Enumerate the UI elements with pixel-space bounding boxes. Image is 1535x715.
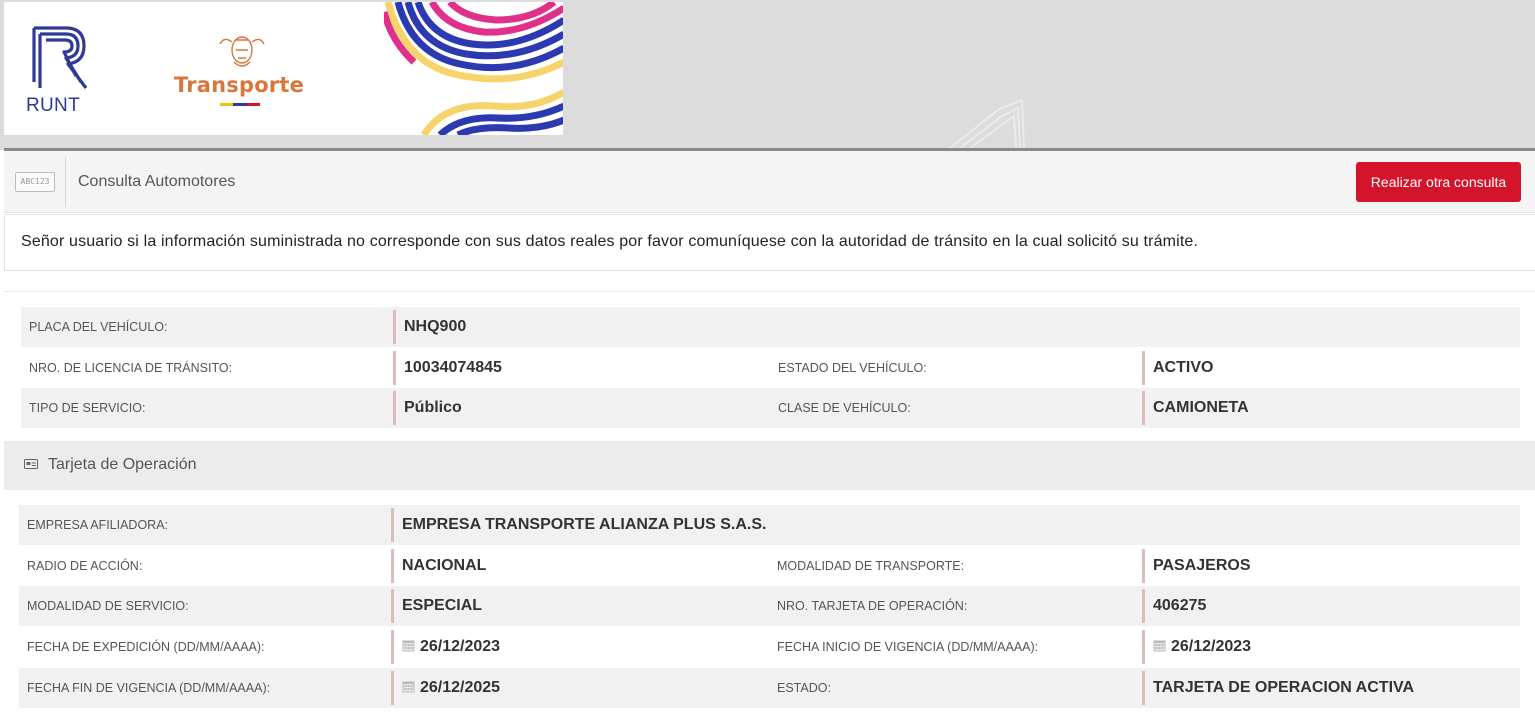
decorative-waves-graphic xyxy=(384,2,563,135)
issue-date-value: 26/12/2023 xyxy=(420,638,501,655)
radius-label: RADIO DE ACCIÓN: xyxy=(27,559,143,573)
vehicle-class-label: CLASE DE VEHÍCULO: xyxy=(778,401,911,415)
vehicle-class-value: CAMIONETA xyxy=(1142,391,1249,425)
end-date-field: 26/12/2025 xyxy=(391,671,500,705)
card-icon xyxy=(24,459,38,469)
transporte-logo-text: Transporte xyxy=(174,73,305,97)
end-date-label: FECHA FIN DE VIGENCIA (DD/MM/AAAA): xyxy=(27,681,271,695)
issue-date-label: FECHA DE EXPEDICIÓN (DD/MM/AAAA): xyxy=(27,640,265,654)
operation-row-radius: RADIO DE ACCIÓN: NACIONAL MODALIDAD DE T… xyxy=(19,546,1520,586)
plate-label: PLACA DEL VEHÍCULO: xyxy=(29,320,168,334)
operation-row-service-mode: MODALIDAD DE SERVICIO: ESPECIAL NRO. TAR… xyxy=(19,586,1520,626)
toolbar-divider xyxy=(65,157,66,207)
section-title: Tarjeta de Operación xyxy=(48,456,197,473)
calendar-icon xyxy=(1153,640,1166,652)
license-label: NRO. DE LICENCIA DE TRÁNSITO: xyxy=(29,361,233,375)
transport-mode-value: PASAJEROS xyxy=(1142,549,1251,583)
status-value: TARJETA DE OPERACION ACTIVA xyxy=(1142,671,1414,705)
brand-banner: RUNT Transporte xyxy=(4,2,563,135)
company-label: EMPRESA AFILIADORA: xyxy=(27,518,169,532)
service-mode-value: ESPECIAL xyxy=(391,589,482,623)
company-value: EMPRESA TRANSPORTE ALIANZA PLUS S.A.S. xyxy=(391,508,766,542)
status-label: ESTADO: xyxy=(777,681,831,695)
page-title: Consulta Automotores xyxy=(78,173,236,190)
start-date-value: 26/12/2023 xyxy=(1171,638,1252,655)
vehicle-row-plate: PLACA DEL VEHÍCULO: NHQ900 xyxy=(21,307,1520,347)
end-date-value: 26/12/2025 xyxy=(420,679,501,696)
notice-text: Señor usuario si la información suminist… xyxy=(21,233,1199,250)
start-date-field: 26/12/2023 xyxy=(1142,630,1251,664)
vehicle-state-label: ESTADO DEL VEHÍCULO: xyxy=(778,361,927,375)
issue-date-field: 26/12/2023 xyxy=(391,630,500,664)
query-toolbar: ABC123 Consulta Automotores Realizar otr… xyxy=(4,151,1535,213)
operation-row-end-status: FECHA FIN DE VIGENCIA (DD/MM/AAAA): 26/1… xyxy=(19,668,1520,708)
runt-logo-text: RUNT xyxy=(26,95,80,116)
plate-value: NHQ900 xyxy=(393,310,466,344)
transport-mode-label: MODALIDAD DE TRANSPORTE: xyxy=(777,559,965,573)
service-mode-label: MODALIDAD DE SERVICIO: xyxy=(27,599,189,613)
operation-card-section-header[interactable]: Tarjeta de Operación xyxy=(4,441,1535,490)
license-value: 10034074845 xyxy=(393,351,502,385)
license-plate-icon: ABC123 xyxy=(15,172,55,192)
calendar-icon xyxy=(402,640,415,652)
new-query-button[interactable]: Realizar otra consulta xyxy=(1356,162,1521,202)
calendar-icon xyxy=(402,681,415,693)
service-type-label: TIPO DE SERVICIO: xyxy=(29,401,146,415)
colombia-flag-stripe xyxy=(220,103,260,106)
site-header: RUNT Transporte xyxy=(0,0,1535,150)
vehicle-row-service: TIPO DE SERVICIO: Público CLASE DE VEHÍC… xyxy=(21,388,1520,428)
vehicle-state-value: ACTIVO xyxy=(1142,351,1213,385)
card-number-value: 406275 xyxy=(1142,589,1206,623)
user-notice: Señor usuario si la información suminist… xyxy=(4,214,1535,271)
operation-row-company: EMPRESA AFILIADORA: EMPRESA TRANSPORTE A… xyxy=(19,505,1520,545)
header-decoration xyxy=(950,100,1025,148)
operation-row-dates: FECHA DE EXPEDICIÓN (DD/MM/AAAA): 26/12/… xyxy=(19,627,1520,667)
card-number-label: NRO. TARJETA DE OPERACIÓN: xyxy=(777,599,968,613)
vehicle-row-license: NRO. DE LICENCIA DE TRÁNSITO: 1003407484… xyxy=(21,348,1520,388)
notice-separator xyxy=(4,291,1535,292)
service-type-value: Público xyxy=(393,391,462,425)
start-date-label: FECHA INICIO DE VIGENCIA (DD/MM/AAAA): xyxy=(777,640,1039,654)
radius-value: NACIONAL xyxy=(391,549,486,583)
